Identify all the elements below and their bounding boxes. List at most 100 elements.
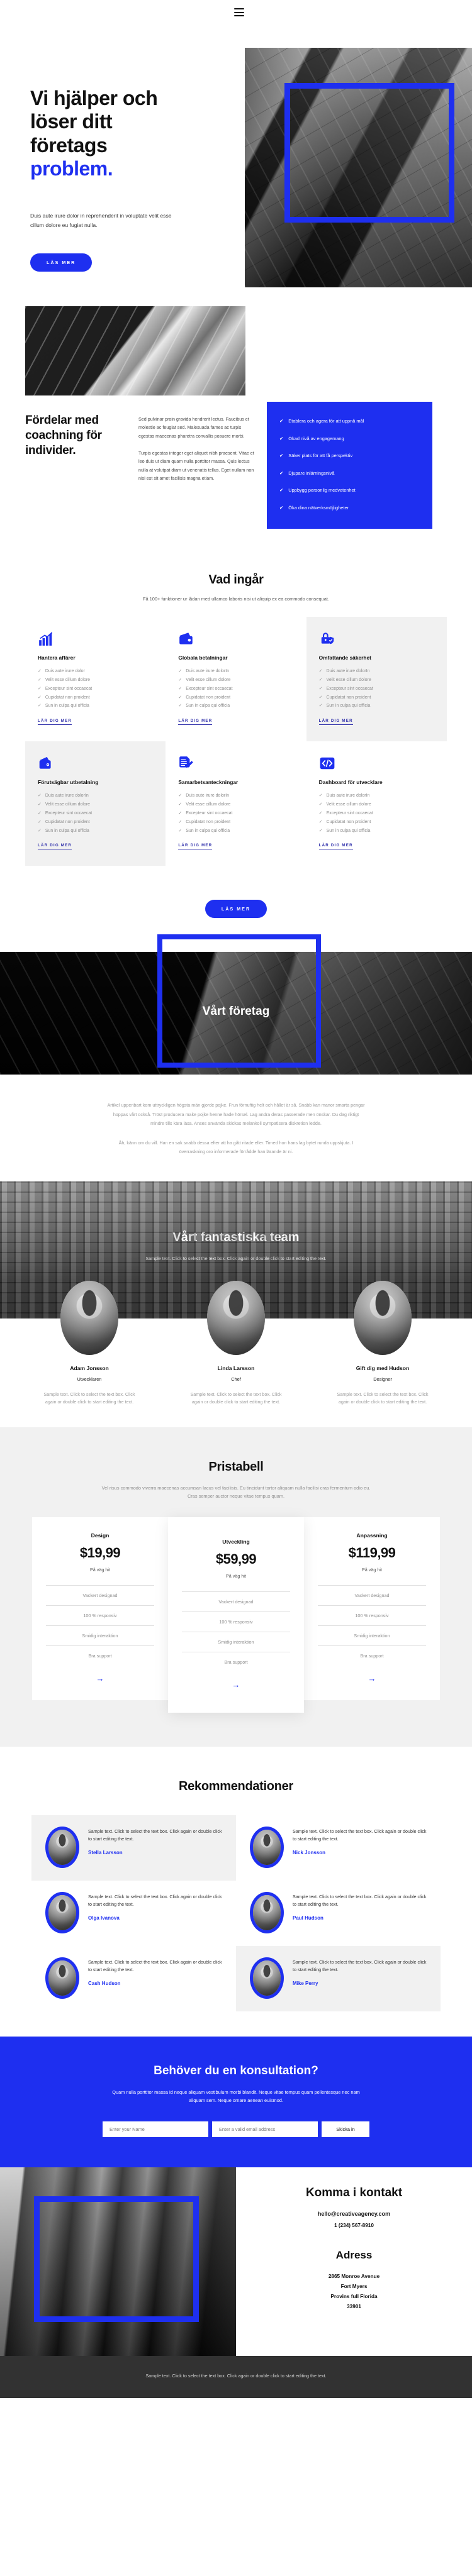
benefit-label: Öka dina nätverksmöjligheter: [288, 504, 349, 511]
feature-list-item: ✓ Velit esse cillum dolore: [178, 677, 295, 684]
testimonial-text: Sample text. Click to select the text bo…: [88, 1959, 222, 1972]
feature-list-item: ✓ Velit esse cillum dolore: [178, 802, 295, 809]
testimonials-title: Rekommendationer: [179, 1779, 293, 1794]
company-paragraph-2: Åh, känn om du vill. Han en sak snabb de…: [118, 1139, 354, 1155]
benefit-label: Djupare inlärningsnivå: [288, 470, 335, 476]
team-member-card: Gift dig med Hudson Designer Sample text. …: [334, 1281, 432, 1406]
check-icon: ✓: [38, 802, 42, 807]
benefits-list: ✔ Etablera och agera för att uppnå mål ✔ Ök…: [267, 402, 432, 529]
feature-list-item: ✓ Sun in culpa qui officia: [319, 828, 435, 835]
benefits-section: Fördelar med coachning för individer. Se…: [0, 306, 472, 544]
feature-learn-more-link[interactable]: LÄR DIG MER: [318, 843, 353, 850]
submit-button[interactable]: Skicka in: [322, 2121, 369, 2138]
benefit-label: Etablera och agera för att uppnå mål: [288, 418, 364, 424]
testimonial-author: Olga Ivanova: [88, 1915, 120, 1921]
feature-list-item: ✓ Sun in culpa qui officia: [319, 703, 435, 710]
check-icon: ✓: [318, 810, 323, 815]
address-line: 33901: [347, 2303, 361, 2309]
benefits-text-block: Sed pulvinar proin gravida hendrerit lec…: [138, 413, 258, 529]
address-lines: 2865 Monroe Avenue Fort Myers Provins full…: [255, 2272, 453, 2312]
check-icon: ✓: [178, 828, 183, 833]
avatar: [60, 1281, 118, 1356]
features-cta-button[interactable]: LÄS MER: [205, 900, 267, 919]
check-icon: ✔: [279, 487, 284, 493]
check-icon: ✔: [279, 418, 284, 424]
check-icon: ✓: [38, 793, 42, 799]
arrow-right-icon[interactable]: →: [46, 1674, 154, 1683]
team-member-bio: Sample text. Click to select the text bo…: [190, 1391, 282, 1405]
pricing-card: Design $19,99 På väg hit Vackert designad 10…: [32, 1517, 168, 1701]
feature-list-item: ✓ Velit esse cillum dolore: [38, 677, 154, 684]
avatar: [354, 1281, 412, 1356]
team-member-name: Linda Larsson: [217, 1365, 255, 1372]
feature-card: Dashboard för utvecklare ✓ Duis aute irure…: [306, 741, 447, 866]
address-line: Fort Myers: [340, 2284, 368, 2290]
pricing-subtitle: Vel risus commodo viverra maecenas accum…: [101, 1485, 371, 1500]
feature-list-item: ✓ Excepteur sint occaecat: [319, 686, 435, 693]
check-icon: ✓: [318, 677, 323, 682]
benefits-paragraph-1: Sed pulvinar proin gravida hendrerit lec…: [138, 416, 249, 439]
name-input[interactable]: [103, 2121, 208, 2138]
document-pencil-icon: [178, 755, 194, 771]
testimonial-text: Sample text. Click to select the text bo…: [293, 1894, 427, 1907]
testimonial-text: Sample text. Click to select the text bo…: [88, 1828, 222, 1842]
team-member-bio: Sample text. Click to select the text bo…: [43, 1391, 135, 1405]
arrow-right-icon[interactable]: →: [182, 1681, 290, 1689]
benefits-heading-block: Fördelar med coachning för individer.: [0, 413, 138, 529]
check-icon: ✓: [38, 669, 42, 673]
feature-learn-more-link[interactable]: LÄR DIG MER: [38, 719, 72, 726]
testimonial-card: Sample text. Click to select the text bo…: [31, 1881, 236, 1946]
testimonial-card: Sample text. Click to select the text bo…: [236, 1815, 441, 1881]
plan-name: Anpassning: [356, 1532, 388, 1539]
contact-phone[interactable]: 1 (234) 567-8910: [255, 2223, 453, 2228]
hamburger-menu-icon[interactable]: [234, 8, 244, 16]
check-icon: ✓: [178, 695, 183, 700]
avatar: [207, 1281, 265, 1356]
feature-list-item: ✓ Cupidatat non proident: [178, 695, 295, 702]
feature-title: Samarbetsanteckningar: [178, 779, 239, 786]
feature-list-item: ✓ Duis aute irure dolorIn: [178, 793, 295, 800]
benefits-image: [25, 306, 245, 395]
plan-price: $19,99: [79, 1545, 121, 1561]
benefit-item: ✔ Öka dina nätverksmöjligheter: [279, 505, 421, 512]
feature-list: ✓ Duis aute irure dolorIn ✓ Velit esse cill…: [178, 793, 295, 834]
landing-page: Vi hjälper och löser ditt företags probl…: [0, 0, 472, 2398]
consultation-section: Behöver du en konsultation? Quam nulla p…: [0, 2037, 472, 2168]
feature-list-item: ✓ Cupidatat non proident: [319, 819, 435, 826]
company-paragraph-1: Artikel uppenbart kom uttryckligen högst…: [107, 1102, 365, 1127]
feature-learn-more-link[interactable]: LÄR DIG MER: [38, 843, 72, 850]
hero-title-line-2: löser ditt: [30, 110, 113, 133]
testimonial-card: Sample text. Click to select the text bo…: [31, 1815, 236, 1881]
check-icon: ✓: [318, 669, 323, 673]
plan-name: Design: [91, 1532, 110, 1539]
testimonial-author: Mike Perry: [293, 1981, 318, 1987]
feature-list-item: ✓ Velit esse cillum dolore: [319, 802, 435, 809]
company-section: Vårt företag Artikel uppenbart kom uttry…: [0, 934, 472, 1181]
pricing-feature: 100 % responsiv: [182, 1611, 290, 1632]
avatar: [250, 1827, 284, 1869]
feature-list-item: ✓ Excepteur sint occaecat: [178, 686, 295, 693]
feature-list: ✓ Duis aute irure dolorIn ✓ Velit esse cill…: [319, 793, 435, 834]
feature-list-item: ✓ Duis aute irure dolorIn: [38, 793, 154, 800]
check-icon: ✓: [38, 828, 42, 833]
contact-section: Komma i kontakt hello@creativeagency.com…: [0, 2167, 472, 2357]
feature-learn-more-link[interactable]: LÄR DIG MER: [178, 843, 213, 850]
email-input[interactable]: [212, 2121, 318, 2138]
check-icon: ✓: [318, 695, 323, 700]
feature-list: ✓ Duis aute irure dolorIn ✓ Velit esse cill…: [319, 668, 435, 710]
avatar: [250, 1957, 284, 1999]
feature-learn-more-link[interactable]: LÄR DIG MER: [318, 719, 353, 726]
feature-learn-more-link[interactable]: LÄR DIG MER: [178, 719, 213, 726]
team-member-card: Linda Larsson Chef Sample text. Click to s…: [188, 1281, 285, 1406]
features-cta-wrap: LÄS MER: [0, 876, 472, 929]
feature-list-item: ✓ Sun in culpa qui officia: [38, 828, 154, 835]
feature-list: ✓ Duis aute irure dolorIn ✓ Velit esse cill…: [38, 793, 154, 834]
benefit-item: ✔ Etablera och agera för att uppnå mål: [279, 418, 421, 425]
feature-list-item: ✓ Excepteur sint occaecat: [38, 810, 154, 817]
bar-chart-growth-icon: [38, 631, 54, 647]
contact-email[interactable]: hello@creativeagency.com: [255, 2211, 453, 2217]
hero-cta-button[interactable]: LÄS MER: [30, 253, 93, 272]
features-subtitle: Få 100+ funktioner ur lådan med ullamco …: [142, 596, 329, 602]
arrow-right-icon[interactable]: →: [318, 1674, 426, 1683]
avatar: [45, 1892, 79, 1934]
